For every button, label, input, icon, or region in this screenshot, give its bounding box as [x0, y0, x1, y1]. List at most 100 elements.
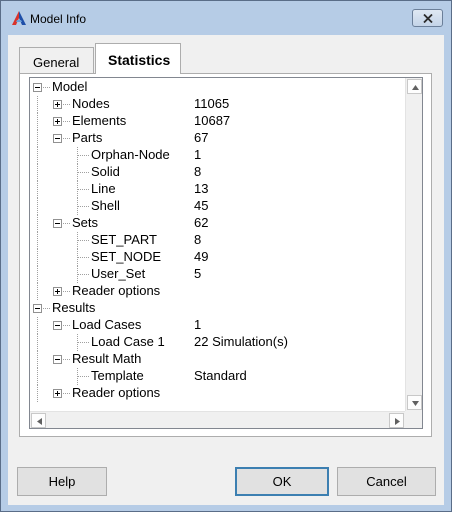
- tree-guide: [77, 249, 78, 266]
- expand-icon[interactable]: [53, 117, 62, 126]
- close-icon: [423, 14, 433, 23]
- tree-connector: [63, 104, 70, 105]
- tree-value: 11065: [194, 96, 230, 111]
- tree-row-results[interactable]: Results: [30, 300, 405, 317]
- expand-icon[interactable]: [53, 389, 62, 398]
- tree-label: Solid: [91, 164, 120, 179]
- expand-icon[interactable]: [53, 287, 62, 296]
- arrow-down-icon: [412, 401, 419, 406]
- tree-label: Sets: [72, 215, 99, 230]
- tab-statistics[interactable]: Statistics: [95, 43, 181, 74]
- tree-row-results-reader-options[interactable]: Reader options: [30, 385, 405, 402]
- scrollbar-corner: [405, 411, 422, 428]
- tree-row-result-math[interactable]: Result Math: [30, 351, 405, 368]
- tree-connector: [77, 376, 89, 377]
- tree-row-load-cases[interactable]: Load Cases 1: [30, 317, 405, 334]
- expand-icon[interactable]: [53, 100, 62, 109]
- tree-connector: [77, 189, 89, 190]
- tree-value: 5: [194, 266, 202, 281]
- tree-row-model[interactable]: Model: [30, 79, 405, 96]
- arrow-up-icon: [412, 85, 419, 90]
- tree-connector: [63, 223, 70, 224]
- scroll-left-button[interactable]: [31, 413, 46, 428]
- tree-row-shell[interactable]: Shell 45: [30, 198, 405, 215]
- tree-guide: [37, 351, 38, 368]
- tree-value: 45: [194, 198, 209, 213]
- collapse-icon[interactable]: [53, 134, 62, 143]
- tree-connector: [77, 342, 89, 343]
- tree-guide: [77, 266, 78, 283]
- tree-guide: [37, 96, 38, 113]
- tree-guide: [77, 198, 78, 215]
- tree-row-line[interactable]: Line 13: [30, 181, 405, 198]
- tree-guide: [37, 266, 38, 283]
- tree-guide: [37, 147, 38, 164]
- tree-value: 13: [194, 181, 209, 196]
- horizontal-scrollbar[interactable]: [30, 411, 405, 428]
- arrow-left-icon: [37, 418, 42, 425]
- tree-value: 8: [194, 164, 202, 179]
- window-title: Model Info: [30, 12, 87, 26]
- title-bar[interactable]: Model Info: [1, 1, 451, 35]
- tree-row-elements[interactable]: Elements 10687: [30, 113, 405, 130]
- collapse-icon[interactable]: [33, 304, 42, 313]
- vertical-scrollbar[interactable]: [405, 78, 422, 411]
- dialog-client-area: General Statistics Model Nodes 11065 Elemen…: [8, 35, 444, 505]
- tree-value: 8: [194, 232, 202, 247]
- statistics-tree[interactable]: Model Nodes 11065 Elements 10687 Parts 67 Orpha…: [29, 77, 423, 429]
- tree-guide: [77, 232, 78, 249]
- tree-connector: [63, 325, 70, 326]
- tree-row-solid[interactable]: Solid 8: [30, 164, 405, 181]
- collapse-icon[interactable]: [33, 83, 42, 92]
- collapse-icon[interactable]: [53, 321, 62, 330]
- tree-label: SET_PART: [91, 232, 157, 247]
- tree-value: 62: [194, 215, 209, 230]
- tree-row-sets[interactable]: Sets 62: [30, 215, 405, 232]
- tree-connector: [63, 393, 70, 394]
- tree-guide: [77, 334, 78, 351]
- tree-row-nodes[interactable]: Nodes 11065: [30, 96, 405, 113]
- cancel-button[interactable]: Cancel: [337, 467, 436, 496]
- tree-row-template[interactable]: Template Standard: [30, 368, 405, 385]
- tree-value: 67: [194, 130, 209, 145]
- tree-guide: [37, 181, 38, 198]
- tree-row-parts[interactable]: Parts 67: [30, 130, 405, 147]
- scroll-right-button[interactable]: [389, 413, 404, 428]
- tree-label: SET_NODE: [91, 249, 162, 264]
- tree-label: Orphan-Node: [91, 147, 170, 162]
- tree-guide: [37, 317, 38, 334]
- tab-statistics-label: Statistics: [108, 52, 171, 68]
- tree-connector: [77, 257, 89, 258]
- collapse-icon[interactable]: [53, 355, 62, 364]
- tree-label: Line: [91, 181, 116, 196]
- tree-value: 10687: [194, 113, 231, 128]
- tree-label: Result Math: [72, 351, 142, 366]
- tree-row-orphan-node[interactable]: Orphan-Node 1: [30, 147, 405, 164]
- scroll-up-button[interactable]: [407, 79, 422, 94]
- altair-logo-icon: [12, 11, 26, 25]
- tree-label: Model: [52, 79, 88, 94]
- tree-row-user-set[interactable]: User_Set 5: [30, 266, 405, 283]
- tree-value: 1: [194, 317, 202, 332]
- tree-guide: [37, 113, 38, 130]
- tree-guide: [77, 164, 78, 181]
- close-button[interactable]: [412, 9, 443, 27]
- tree-connector: [63, 138, 70, 139]
- ok-button[interactable]: OK: [235, 467, 329, 496]
- tree-guide: [37, 232, 38, 249]
- tree-value: 49: [194, 249, 209, 264]
- tree-label: Nodes: [72, 96, 110, 111]
- arrow-right-icon: [395, 418, 400, 425]
- scroll-down-button[interactable]: [407, 395, 422, 410]
- tree-row-load-case-1[interactable]: Load Case 1 22 Simulation(s): [30, 334, 405, 351]
- tree-connector: [43, 87, 50, 88]
- tree-row-set-part[interactable]: SET_PART 8: [30, 232, 405, 249]
- statistics-panel: Model Nodes 11065 Elements 10687 Parts 67 Orpha…: [19, 73, 432, 437]
- tree-row-set-node[interactable]: SET_NODE 49: [30, 249, 405, 266]
- tab-general[interactable]: General: [19, 47, 94, 73]
- tree-connector: [63, 121, 70, 122]
- tree-row-model-reader-options[interactable]: Reader options: [30, 283, 405, 300]
- tree-label: User_Set: [91, 266, 146, 281]
- help-button[interactable]: Help: [17, 467, 107, 496]
- collapse-icon[interactable]: [53, 219, 62, 228]
